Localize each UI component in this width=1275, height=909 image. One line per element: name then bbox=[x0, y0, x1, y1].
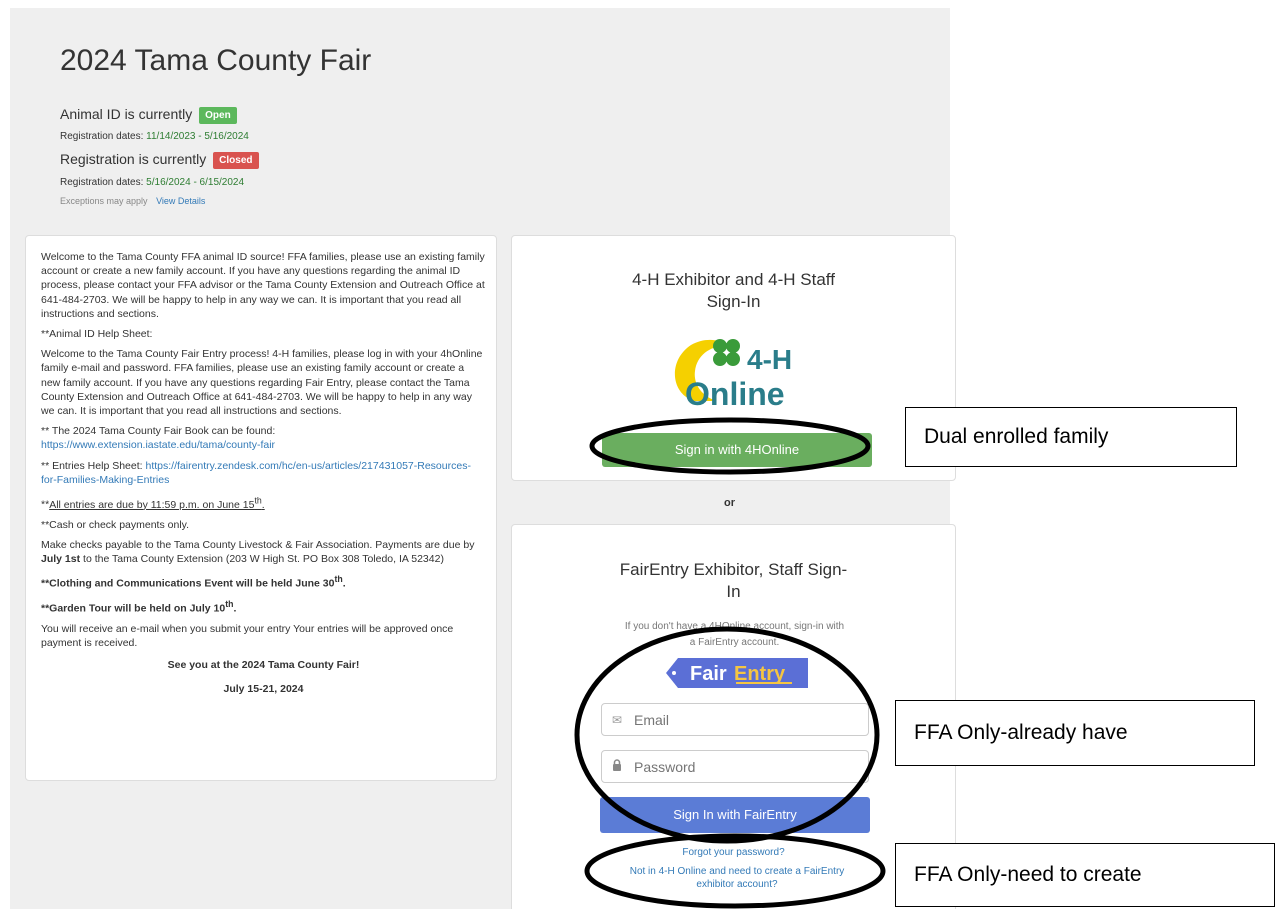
animal-id-dates: Registration dates: 11/14/2023 - 5/16/20… bbox=[60, 131, 249, 142]
registration-dates-label: Registration dates: bbox=[60, 177, 144, 188]
hint-line2: a FairEntry account. bbox=[689, 637, 780, 648]
animal-id-dates-label: Registration dates: bbox=[60, 131, 144, 142]
sign-in-4honline-button[interactable]: Sign in with 4HOnline bbox=[602, 433, 872, 467]
signin-fe-title-line1: FairEntry Exhibitor, Staff Sign- bbox=[619, 560, 848, 579]
info-email-note: You will receive an e-mail when you subm… bbox=[41, 622, 454, 649]
fairentry-hint: If you don't have a 4HOnline account, si… bbox=[592, 619, 877, 651]
info-clothing: **Clothing and Communications Event will… bbox=[41, 572, 486, 591]
4h-logo-top-text: 4-H bbox=[747, 344, 792, 375]
info-checks: Make checks payable to the Tama County L… bbox=[41, 538, 486, 566]
4h-logo-bottom-text: Online bbox=[685, 376, 785, 411]
create-account-link[interactable]: Not in 4-H Online and need to create a F… bbox=[612, 865, 862, 891]
entries-help-text: ** Entries Help Sheet: bbox=[41, 459, 143, 472]
closed-badge: Closed bbox=[213, 152, 259, 169]
animal-id-dates-value: 11/14/2023 - 5/16/2024 bbox=[146, 131, 249, 142]
4h-online-logo: 4-H Online bbox=[674, 339, 792, 411]
fairentry-logo-fair: Fair bbox=[690, 663, 727, 685]
info-animal-id-help: **Animal ID Help Sheet: bbox=[41, 328, 153, 341]
forgot-password-link[interactable]: Forgot your password? bbox=[512, 847, 955, 858]
signin-fairentry-title: FairEntry Exhibitor, Staff Sign- In bbox=[512, 559, 955, 603]
signin-4h-title: 4-H Exhibitor and 4-H Staff Sign-In bbox=[512, 269, 955, 313]
signin-fe-title-line2: In bbox=[726, 582, 741, 601]
annotation-dual-enrolled: Dual enrolled family bbox=[905, 407, 1237, 467]
checks-text-b: to the Tama County Extension (203 W High… bbox=[83, 553, 444, 566]
clover-icon bbox=[713, 339, 740, 366]
info-welcome-fair-entry: Welcome to the Tama County Fair Entry pr… bbox=[41, 348, 483, 418]
clothing-sup: th bbox=[334, 574, 343, 585]
annotation-ffa-need-create: FFA Only-need to create bbox=[895, 843, 1275, 907]
due-text: All entries are due by 11:59 p.m. on Jun… bbox=[49, 495, 265, 511]
due-end: . bbox=[261, 498, 265, 511]
sign-in-fairentry-button[interactable]: Sign In with FairEntry bbox=[600, 797, 870, 833]
garden-text: **Garden Tour will be held on July 10 bbox=[41, 602, 226, 615]
checks-text-a: Make checks payable to the Tama County L… bbox=[41, 538, 475, 551]
fairbook-text: ** The 2024 Tama County Fair Book can be… bbox=[41, 425, 276, 438]
info-fair-dates: July 15-21, 2024 bbox=[223, 683, 304, 696]
email-field[interactable]: ✉ bbox=[601, 703, 869, 736]
exceptions-text: Exceptions may apply bbox=[60, 196, 148, 206]
animal-id-status-line: Animal ID is currently Open bbox=[60, 106, 237, 124]
open-badge: Open bbox=[199, 107, 237, 124]
animal-id-status-text: Animal ID is currently bbox=[60, 106, 193, 122]
info-fairbook: ** The 2024 Tama County Fair Book can be… bbox=[41, 424, 486, 452]
registration-dates-value: 5/16/2024 - 6/15/2024 bbox=[146, 177, 245, 188]
view-details-link[interactable]: View Details bbox=[156, 196, 205, 206]
signin-4h-card: 4-H Exhibitor and 4-H Staff Sign-In 4-H … bbox=[511, 235, 956, 481]
garden-end: . bbox=[233, 602, 237, 615]
or-separator: or bbox=[724, 497, 735, 509]
info-cash: **Cash or check payments only. bbox=[41, 518, 190, 531]
info-see-you: See you at the 2024 Tama County Fair! bbox=[167, 659, 360, 672]
due-sup: th bbox=[254, 495, 262, 506]
clothing-end: . bbox=[342, 577, 346, 590]
lock-icon bbox=[602, 759, 632, 774]
signin-4h-title-line2: Sign-In bbox=[706, 292, 761, 311]
registration-dates: Registration dates: 5/16/2024 - 6/15/202… bbox=[60, 177, 244, 188]
info-entries-help: ** Entries Help Sheet: https://fairentry… bbox=[41, 459, 486, 487]
annotation-ffa-already-have: FFA Only-already have bbox=[895, 700, 1255, 766]
signin-4h-title-line1: 4-H Exhibitor and 4-H Staff bbox=[632, 270, 835, 289]
registration-status-text: Registration is currently bbox=[60, 151, 207, 167]
envelope-icon: ✉ bbox=[611, 712, 623, 727]
registration-status-line: Registration is currently Closed bbox=[60, 151, 259, 169]
info-welcome-ffa: Welcome to the Tama County FFA animal ID… bbox=[41, 251, 485, 320]
password-input[interactable] bbox=[632, 757, 856, 776]
clothing-text: **Clothing and Communications Event will… bbox=[41, 577, 335, 590]
info-garden: **Garden Tour will be held on July 10th. bbox=[41, 597, 486, 616]
email-input[interactable] bbox=[632, 710, 856, 729]
info-due-date: **All entries are due by 11:59 p.m. on J… bbox=[41, 493, 486, 512]
password-field[interactable] bbox=[601, 750, 869, 783]
fairentry-logo-hole bbox=[672, 671, 676, 675]
signin-fairentry-card: FairEntry Exhibitor, Staff Sign- In If y… bbox=[511, 524, 956, 909]
due-prefix: ** bbox=[41, 498, 50, 511]
hint-line1: If you don't have a 4HOnline account, si… bbox=[624, 621, 845, 632]
exceptions-line: Exceptions may apply View Details bbox=[60, 196, 205, 206]
info-panel: Welcome to the Tama County FFA animal ID… bbox=[25, 235, 497, 781]
checks-bold: July 1st bbox=[41, 553, 81, 566]
fairentry-logo-entry: Entry bbox=[734, 663, 786, 685]
page-title: 2024 Tama County Fair bbox=[60, 44, 372, 77]
fairentry-logo: Fair Entry bbox=[666, 658, 808, 688]
due-text-main: All entries are due by 11:59 p.m. on Jun… bbox=[49, 498, 255, 511]
fairbook-link[interactable]: https://www.extension.iastate.edu/tama/c… bbox=[41, 439, 275, 451]
